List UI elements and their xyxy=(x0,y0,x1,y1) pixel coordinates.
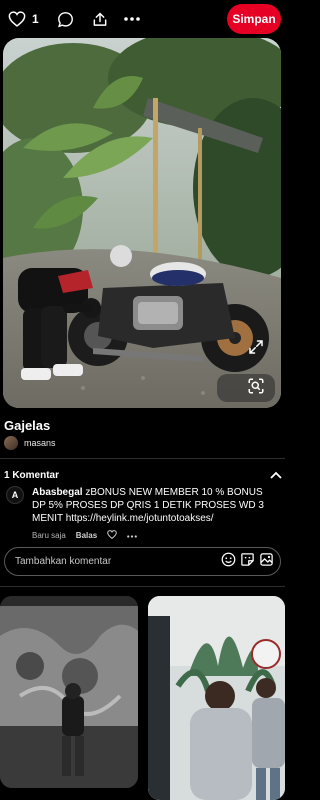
sticker-icon[interactable] xyxy=(240,552,255,572)
related-pin-thumbnail[interactable] xyxy=(148,596,285,800)
author-row[interactable]: masans xyxy=(4,436,56,450)
chat-bubble-icon[interactable] xyxy=(57,11,74,28)
reply-button[interactable]: Balas xyxy=(76,531,97,540)
like-count: 1 xyxy=(32,12,39,26)
comment-input-placeholder[interactable]: Tambahkan komentar xyxy=(15,556,221,567)
commenter-name[interactable]: Abasbegal xyxy=(32,487,83,498)
save-button[interactable]: Simpan xyxy=(227,4,281,34)
related-pin-thumbnail[interactable] xyxy=(0,596,138,788)
visual-search-icon xyxy=(247,377,265,400)
visual-search-button[interactable] xyxy=(217,374,275,402)
comments-count: 1 Komentar xyxy=(4,469,60,481)
emoji-icon[interactable] xyxy=(221,552,236,572)
divider xyxy=(0,458,285,459)
avatar[interactable] xyxy=(4,436,18,450)
related-pin-image xyxy=(0,596,138,788)
pin-photo xyxy=(3,38,281,408)
image-icon[interactable] xyxy=(259,552,274,572)
pin-title: Gajelas xyxy=(4,418,51,433)
comment-text-block: Abasbegal zBONUS NEW MEMBER 10 % BONUS D… xyxy=(32,486,276,525)
commenter-avatar[interactable]: A xyxy=(6,486,24,504)
comment-item: A Abasbegal zBONUS NEW MEMBER 10 % BONUS… xyxy=(6,486,276,541)
more-icon[interactable] xyxy=(123,16,140,22)
heart-icon[interactable] xyxy=(8,11,26,27)
comment-input[interactable]: Tambahkan komentar xyxy=(4,547,281,576)
comment-input-tools xyxy=(221,552,274,572)
share-icon[interactable] xyxy=(92,11,108,28)
expand-icon[interactable] xyxy=(247,338,267,358)
related-pin-image xyxy=(148,596,285,800)
comment-more-icon[interactable] xyxy=(127,531,138,540)
like-group: 1 xyxy=(8,11,39,27)
comment-meta: Baru saja Balas xyxy=(32,530,276,541)
comments-header[interactable]: 1 Komentar xyxy=(4,466,282,484)
author-name[interactable]: masans xyxy=(24,438,56,448)
chevron-up-icon[interactable] xyxy=(270,466,282,484)
pin-toolbar: 1 Simpan xyxy=(0,0,285,38)
comment-heart-icon[interactable] xyxy=(107,530,117,541)
divider xyxy=(0,586,285,587)
pin-image[interactable] xyxy=(3,38,281,408)
comment-time: Baru saja xyxy=(32,531,66,540)
